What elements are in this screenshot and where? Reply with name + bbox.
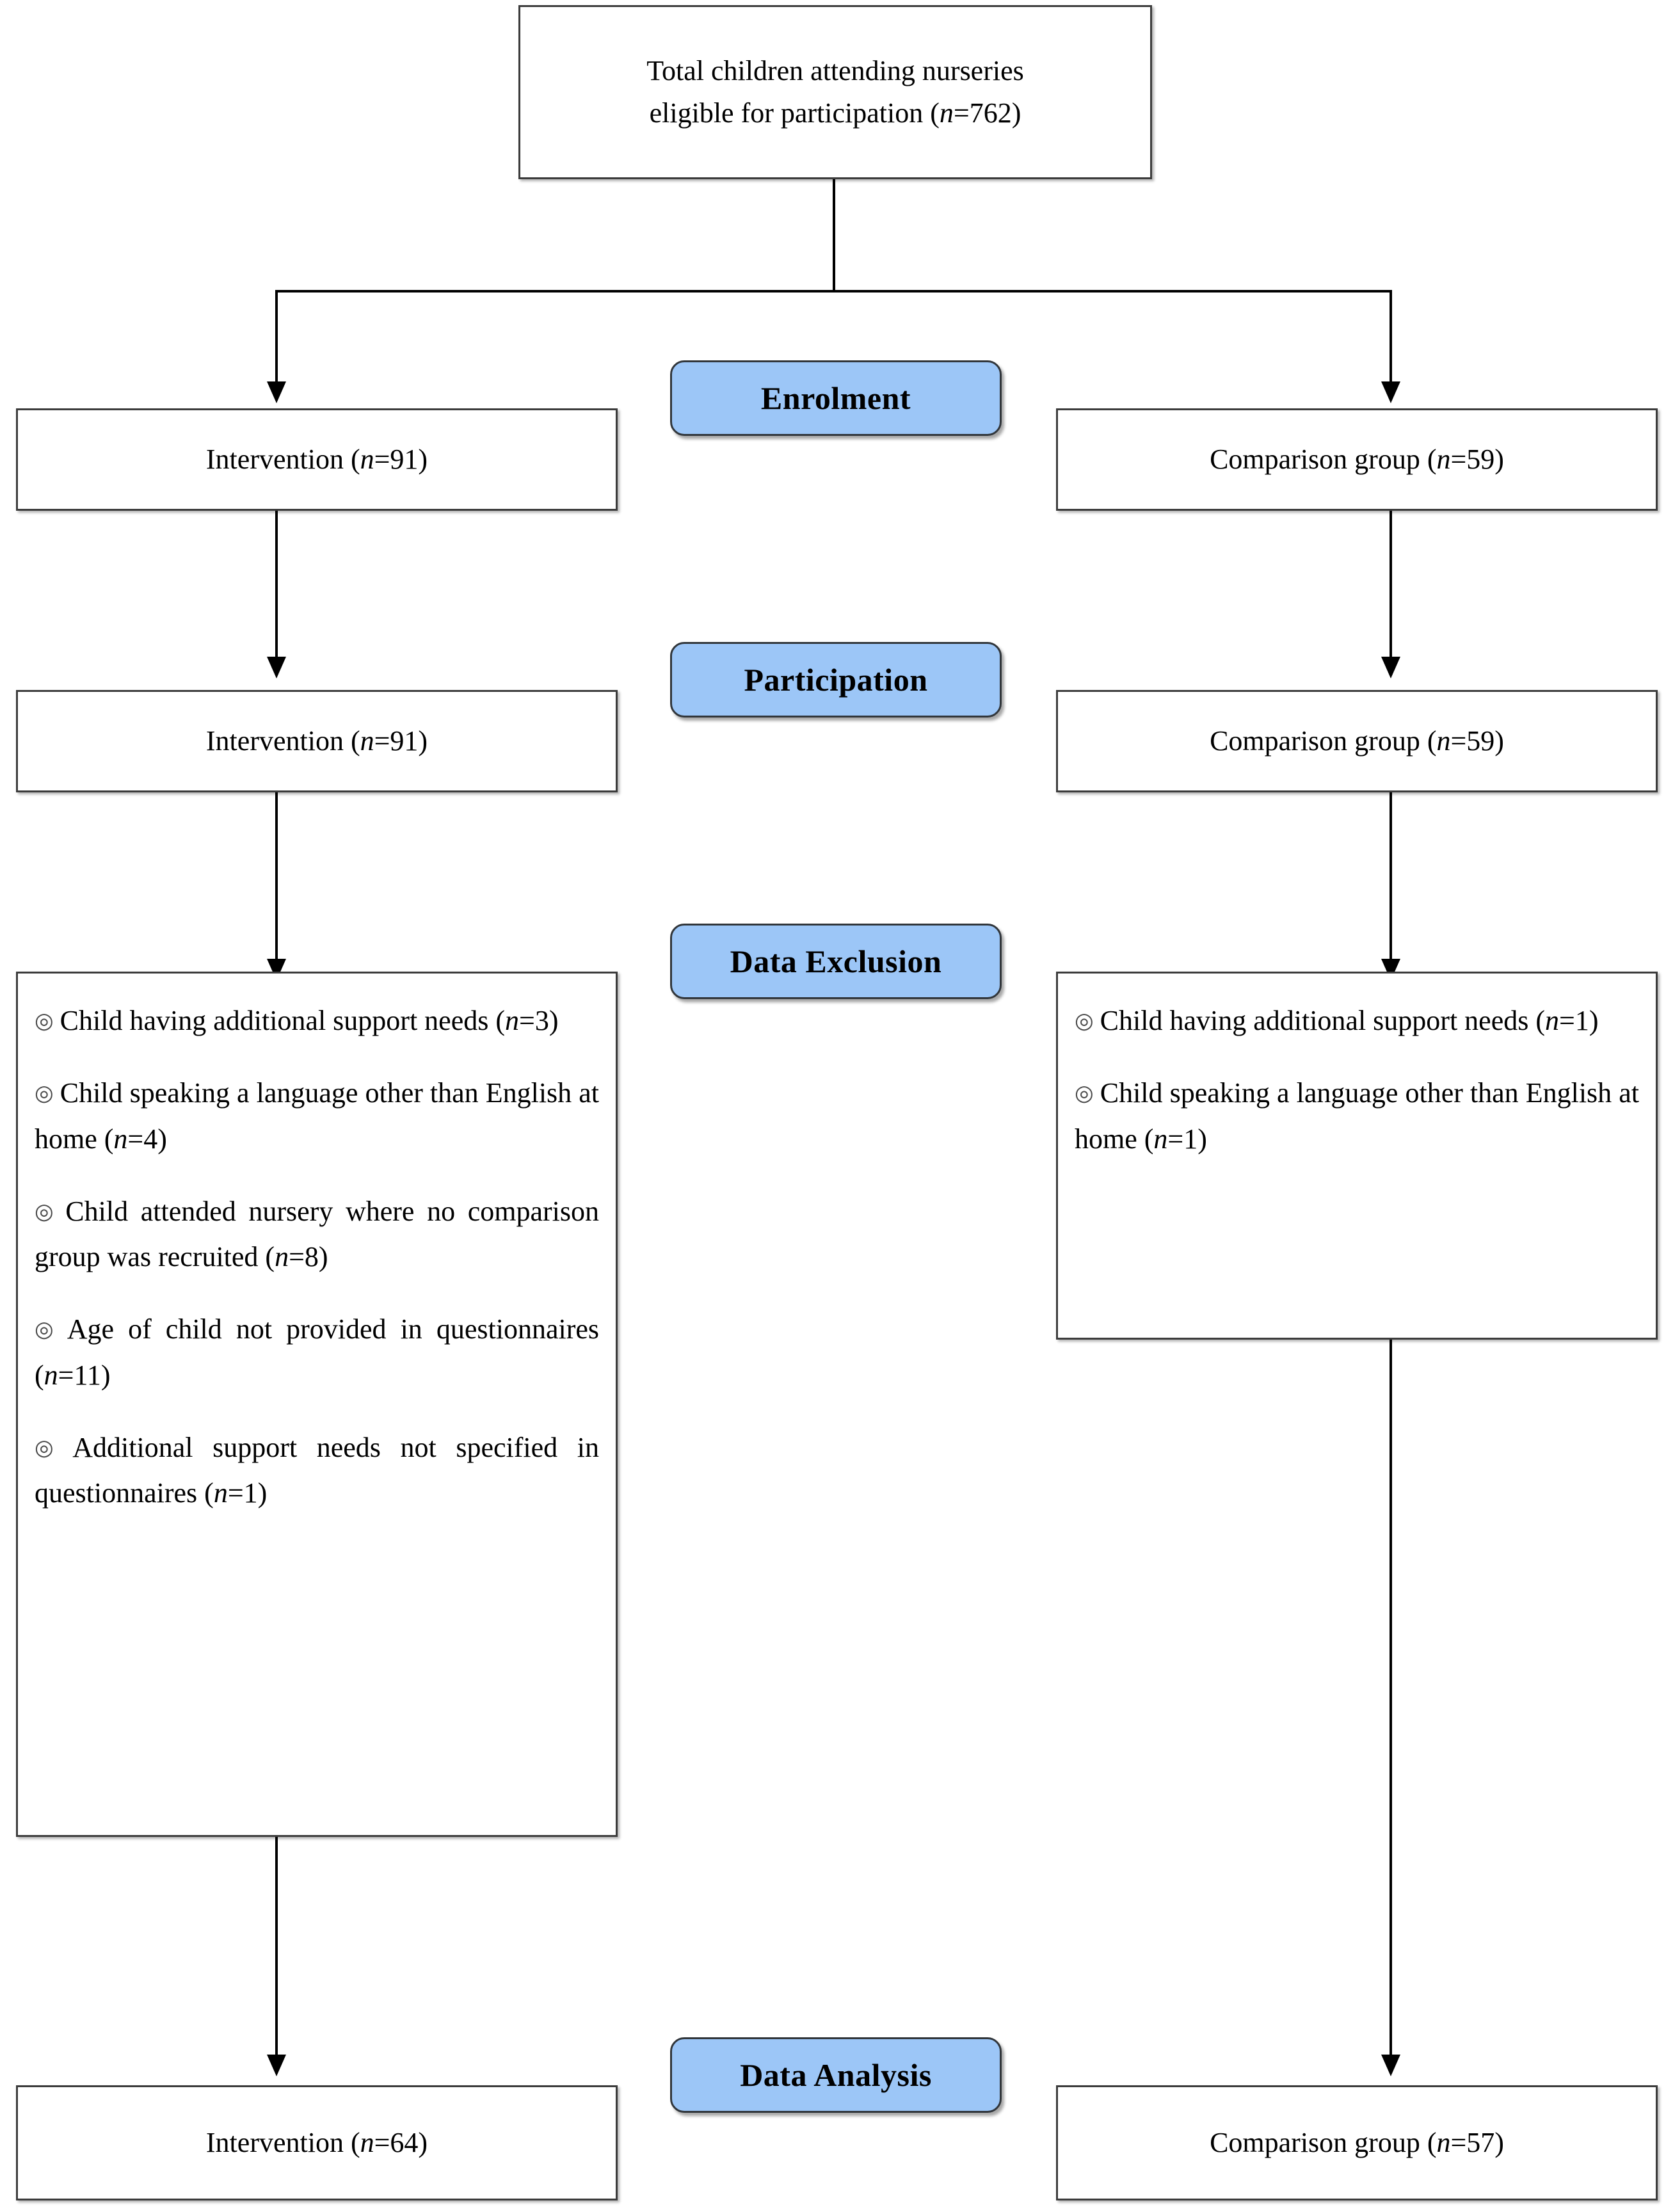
exclusion-item-n-italic: n [275, 1241, 289, 1273]
exclusion-item-count: =11) [58, 1359, 111, 1391]
connector-intervention-enrolment-to-participation [275, 511, 278, 659]
total-eligible-line2-prefix: eligible for participation ( [649, 97, 940, 129]
exclusion-item: ◎ Additional support needs not specified … [35, 1425, 599, 1516]
connector-trunk-vertical [833, 179, 835, 291]
total-eligible-text: Total children attending nurseries eligi… [630, 50, 1041, 134]
exclusion-item-n-italic: n [505, 1005, 520, 1036]
connector-comparison-exclusion-to-analysis [1390, 1340, 1392, 2058]
exclusion-item: ◎ Age of child not provided in questionna… [35, 1306, 599, 1398]
stage-participation: Participation [670, 642, 1002, 717]
exclusion-item: ◎ Child attended nursery where no compari… [35, 1189, 599, 1280]
bullet-icon: ◎ [35, 1199, 60, 1224]
connector-intervention-exclusion-to-analysis [275, 1837, 278, 2058]
connector-intervention-participation-to-exclusion [275, 792, 278, 961]
analysis-intervention-text: Intervention (n=64) [189, 2122, 444, 2164]
enrolment-comparison-n-italic: n [1436, 444, 1451, 475]
bullet-icon: ◎ [1075, 1082, 1094, 1106]
arrow-to-comparison-analysis [1381, 2055, 1400, 2076]
enrolment-intervention-suffix: =91) [374, 444, 428, 475]
exclusion-item: ◎ Child speaking a language other than En… [35, 1070, 599, 1162]
exclusion-item-count: =1) [1167, 1123, 1207, 1155]
bullet-icon: ◎ [1075, 1009, 1094, 1033]
stage-participation-label: Participation [744, 662, 928, 698]
exclusion-item-text: Child having additional support needs ( [60, 1005, 506, 1036]
bullet-icon: ◎ [35, 1318, 61, 1342]
analysis-comparison-text: Comparison group (n=57) [1193, 2122, 1521, 2164]
participation-intervention-text: Intervention (n=91) [189, 720, 444, 762]
enrolment-intervention-n-italic: n [360, 444, 374, 475]
exclusion-list-comparison: ◎ Child having additional support needs (… [1056, 972, 1658, 1340]
exclusion-item-n-italic: n [1545, 1005, 1560, 1036]
exclusion-item-count: =3) [519, 1005, 559, 1036]
connector-right-branch-vertical [1390, 290, 1392, 385]
participant-flow-diagram: Total children attending nurseries eligi… [0, 0, 1666, 2212]
exclusion-item-count: =4) [127, 1123, 167, 1155]
arrow-to-comparison-enrolment [1381, 381, 1400, 403]
analysis-comparison-prefix: Comparison group ( [1210, 2127, 1437, 2158]
enrolment-comparison-suffix: =59) [1450, 444, 1504, 475]
enrolment-intervention-prefix: Intervention ( [205, 444, 360, 475]
stage-enrolment: Enrolment [670, 360, 1002, 436]
enrolment-intervention-text: Intervention (n=91) [189, 438, 444, 481]
total-eligible-line2-suffix: =762) [953, 97, 1021, 129]
analysis-comparison-suffix: =57) [1450, 2127, 1504, 2158]
exclusion-item-text: Age of child not provided in questionnai… [35, 1313, 600, 1391]
participation-comparison-text: Comparison group (n=59) [1193, 720, 1521, 762]
analysis-intervention-suffix: =64) [374, 2127, 428, 2158]
exclusion-item: ◎ Child having additional support needs (… [35, 998, 599, 1043]
analysis-intervention-prefix: Intervention ( [205, 2127, 360, 2158]
bullet-icon: ◎ [35, 1436, 67, 1460]
arrow-to-intervention-participation [267, 657, 286, 678]
analysis-intervention-box: Intervention (n=64) [16, 2085, 618, 2200]
exclusion-item-text: Child having additional support needs ( [1100, 1005, 1546, 1036]
total-eligible-line1: Total children attending nurseries [646, 55, 1024, 86]
connector-comparison-enrolment-to-participation [1390, 511, 1392, 659]
participation-intervention-suffix: =91) [374, 725, 428, 757]
exclusion-item: ◎ Child having additional support needs (… [1075, 998, 1639, 1043]
exclusion-item-n-italic: n [213, 1477, 228, 1509]
participation-comparison-suffix: =59) [1450, 725, 1504, 757]
exclusion-item-n-italic: n [113, 1123, 128, 1155]
bullet-icon: ◎ [35, 1009, 54, 1033]
analysis-intervention-n-italic: n [360, 2127, 374, 2158]
arrow-to-intervention-analysis [267, 2055, 286, 2076]
exclusion-item-count: =8) [289, 1241, 328, 1273]
exclusion-item-count: =1) [227, 1477, 268, 1509]
participation-intervention-prefix: Intervention ( [205, 725, 360, 757]
participation-comparison-prefix: Comparison group ( [1210, 725, 1437, 757]
stage-data-analysis: Data Analysis [670, 2037, 1002, 2113]
total-eligible-n-italic: n [939, 97, 954, 129]
exclusion-item: ◎ Child speaking a language other than En… [1075, 1070, 1639, 1162]
stage-data-analysis-label: Data Analysis [740, 2057, 932, 2093]
exclusion-item-text: Additional support needs not specified i… [35, 1431, 599, 1509]
exclusion-list-intervention: ◎ Child having additional support needs (… [16, 972, 618, 1837]
analysis-comparison-n-italic: n [1436, 2127, 1451, 2158]
exclusion-item-count: =1) [1559, 1005, 1599, 1036]
participation-intervention-box: Intervention (n=91) [16, 690, 618, 792]
enrolment-comparison-prefix: Comparison group ( [1210, 444, 1437, 475]
connector-left-branch-vertical [275, 290, 278, 385]
participation-intervention-n-italic: n [360, 725, 374, 757]
stage-data-exclusion-label: Data Exclusion [730, 943, 942, 979]
arrow-to-comparison-participation [1381, 657, 1400, 678]
participation-comparison-n-italic: n [1436, 725, 1451, 757]
analysis-comparison-box: Comparison group (n=57) [1056, 2085, 1658, 2200]
exclusion-item-n-italic: n [1153, 1123, 1168, 1155]
stage-data-exclusion: Data Exclusion [670, 924, 1002, 999]
stage-enrolment-label: Enrolment [760, 380, 911, 416]
participation-comparison-box: Comparison group (n=59) [1056, 690, 1658, 792]
bullet-icon: ◎ [35, 1082, 54, 1106]
total-eligible-box: Total children attending nurseries eligi… [518, 5, 1152, 179]
connector-comparison-participation-to-exclusion [1390, 792, 1392, 961]
enrolment-comparison-text: Comparison group (n=59) [1193, 438, 1521, 481]
enrolment-intervention-box: Intervention (n=91) [16, 408, 618, 511]
enrolment-comparison-box: Comparison group (n=59) [1056, 408, 1658, 511]
exclusion-item-n-italic: n [44, 1359, 58, 1391]
arrow-to-intervention-enrolment [267, 381, 286, 403]
connector-split-horizontal [275, 290, 1392, 293]
